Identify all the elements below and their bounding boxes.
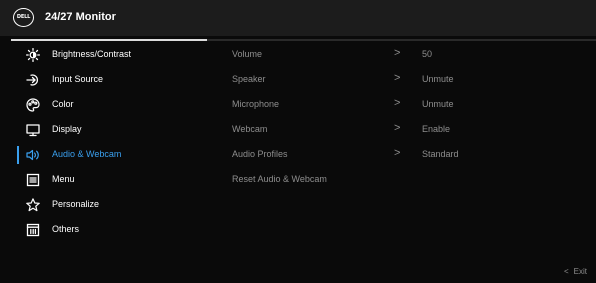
monitor-title: 24/27 Monitor (45, 11, 116, 23)
menu-item-label: Others (52, 224, 80, 234)
submenu-label: Audio Profiles (232, 149, 288, 159)
menu-item-label: Input Source (52, 74, 104, 84)
exit-button[interactable]: < Exit (564, 267, 587, 276)
menu-item-label: Personalize (52, 199, 100, 209)
menu-item-label: Display (52, 124, 82, 134)
submenu-label: Speaker (232, 74, 266, 84)
others-icon (26, 223, 40, 237)
color-palette-icon (26, 98, 40, 112)
submenu-row-speaker[interactable]: Speaker > Unmute (207, 69, 596, 94)
chevron-right-icon: > (394, 122, 401, 134)
star-icon (26, 198, 40, 212)
active-indicator (17, 146, 19, 164)
menu-item-personalize[interactable]: Personalize (0, 194, 205, 219)
submenu-label: Volume (232, 49, 263, 59)
menu-item-label: Brightness/Contrast (52, 49, 132, 59)
menu-separator-highlight (11, 39, 207, 41)
menu-item-label: Audio & Webcam (52, 149, 122, 159)
menu-separator (207, 39, 596, 41)
monitor-osd: DELL 24/27 Monitor Brightness/Contrast I… (0, 0, 596, 283)
chevron-right-icon: > (394, 72, 401, 84)
submenu-label: Reset Audio & Webcam (232, 174, 327, 184)
menu-item-others[interactable]: Others (0, 219, 205, 244)
speaker-icon (26, 148, 40, 162)
submenu-value: Unmute (422, 99, 454, 109)
menu-icon (26, 173, 40, 187)
dell-logo-text: DELL (16, 14, 31, 20)
osd-header: DELL 24/27 Monitor (0, 0, 596, 36)
submenu-row-reset-audio-webcam[interactable]: Reset Audio & Webcam (207, 169, 596, 194)
submenu-row-volume[interactable]: Volume > 50 (207, 44, 596, 69)
submenu-row-microphone[interactable]: Microphone > Unmute (207, 94, 596, 119)
chevron-right-icon: > (394, 47, 401, 59)
menu-item-input-source[interactable]: Input Source (0, 69, 205, 94)
menu-item-audio-webcam[interactable]: Audio & Webcam (0, 144, 205, 169)
menu-item-brightness-contrast[interactable]: Brightness/Contrast (0, 44, 205, 69)
submenu-row-audio-profiles[interactable]: Audio Profiles > Standard (207, 144, 596, 169)
menu-item-display[interactable]: Display (0, 119, 205, 144)
submenu-row-webcam[interactable]: Webcam > Enable (207, 119, 596, 144)
submenu-label: Microphone (232, 99, 280, 109)
submenu-value: 50 (422, 49, 433, 59)
input-source-icon (26, 73, 40, 87)
brightness-icon (26, 48, 40, 62)
submenu-value: Unmute (422, 74, 454, 84)
chevron-right-icon: > (394, 97, 401, 109)
dell-logo: DELL (13, 8, 34, 27)
menu-item-color[interactable]: Color (0, 94, 205, 119)
submenu-label: Webcam (232, 124, 268, 134)
display-icon (26, 123, 40, 137)
submenu-value: Enable (422, 124, 451, 134)
menu-item-label: Color (52, 99, 74, 109)
submenu-value: Standard (422, 149, 459, 159)
menu-item-menu[interactable]: Menu (0, 169, 205, 194)
menu-item-label: Menu (52, 174, 75, 184)
exit-label: Exit (573, 267, 587, 276)
chevron-right-icon: > (394, 147, 401, 159)
chevron-left-icon: < (563, 267, 569, 276)
